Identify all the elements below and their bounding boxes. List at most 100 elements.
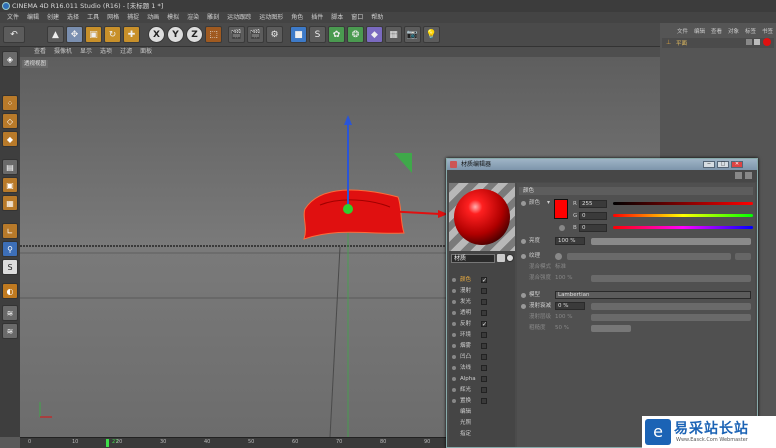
timeline-playhead[interactable] <box>106 439 109 447</box>
channel-item[interactable]: Alpha <box>450 374 510 384</box>
channel-checkbox[interactable]: ✓ <box>481 321 487 328</box>
channel-checkbox[interactable] <box>481 387 487 393</box>
texture-menu-icon[interactable] <box>555 253 562 260</box>
menu-item[interactable]: 文件 <box>3 12 23 23</box>
channel-checkbox[interactable] <box>481 365 487 371</box>
channel-checkbox[interactable] <box>481 288 487 294</box>
edges-mode-button[interactable]: ◇ <box>2 113 18 129</box>
material-tag-icon[interactable] <box>763 38 771 46</box>
b-value-field[interactable]: 0 <box>579 224 607 232</box>
lock-icon[interactable] <box>735 172 742 179</box>
make-editable-button[interactable]: ◈ <box>2 51 18 67</box>
move-tool-button[interactable]: ✥ <box>66 26 83 43</box>
x-axis-lock-button[interactable]: X <box>148 26 165 43</box>
channel-checkbox[interactable] <box>481 354 487 360</box>
channel-item[interactable]: 光照 <box>450 418 510 428</box>
object-mode-button[interactable]: ▣ <box>2 177 18 193</box>
menu-item[interactable]: 角色 <box>287 12 307 23</box>
menu-item[interactable]: 创建 <box>43 12 63 23</box>
undo-button[interactable]: ↶ <box>3 26 25 43</box>
brightness-value-field[interactable]: 100 % <box>555 237 585 245</box>
minimize-button[interactable]: − <box>703 161 715 168</box>
layer-manager-button[interactable]: ≋ <box>2 323 18 339</box>
layer-button[interactable]: ≋ <box>2 305 18 321</box>
points-mode-button[interactable]: ⁘ <box>2 95 18 111</box>
new-window-icon[interactable] <box>745 172 752 179</box>
menu-item[interactable]: 雕刻 <box>203 12 223 23</box>
diffuse-falloff-value-field[interactable]: 0 % <box>555 302 585 310</box>
magnet-button[interactable]: ◐ <box>2 283 18 299</box>
viewport-menu-item[interactable]: 面板 <box>136 47 156 57</box>
select-tool-button[interactable]: ▲ <box>47 26 64 43</box>
channel-item[interactable]: 反射 ✓ <box>450 319 510 329</box>
menu-item[interactable]: 编辑 <box>23 12 43 23</box>
object-manager-menu-item[interactable]: 编辑 <box>691 28 708 37</box>
menu-item[interactable]: 渲染 <box>183 12 203 23</box>
deformer-button[interactable]: ◆ <box>366 26 383 43</box>
animate-dot-icon[interactable] <box>521 254 526 259</box>
add-tool-button[interactable]: ✚ <box>123 26 140 43</box>
polygons-mode-button[interactable]: ◆ <box>2 131 18 147</box>
mix-strength-value[interactable]: 100 % <box>555 274 572 283</box>
phong-tag-icon[interactable] <box>754 39 760 45</box>
channel-item[interactable]: 指定 <box>450 429 510 439</box>
animate-dot-icon[interactable] <box>521 293 526 298</box>
menu-item[interactable]: 帮助 <box>367 12 387 23</box>
light-button[interactable]: 💡 <box>423 26 440 43</box>
mix-strength-slider[interactable] <box>591 275 751 282</box>
menu-item[interactable]: 窗口 <box>347 12 367 23</box>
channel-checkbox[interactable] <box>481 398 487 404</box>
model-mode-button[interactable]: ▤ <box>2 159 18 175</box>
channel-item[interactable]: 烟雾 <box>450 341 510 351</box>
menu-item[interactable]: 捕捉 <box>123 12 143 23</box>
model-dropdown[interactable]: Lambertian <box>555 291 751 299</box>
rotate-tool-button[interactable]: ↻ <box>104 26 121 43</box>
channel-item[interactable]: 环境 <box>450 330 510 340</box>
maximize-button[interactable]: □ <box>717 161 729 168</box>
channel-checkbox[interactable]: ✓ <box>481 277 487 284</box>
preview-menu-icon[interactable] <box>497 254 505 262</box>
channel-checkbox[interactable] <box>481 376 487 382</box>
menu-item[interactable]: 运动图形 <box>255 12 287 23</box>
color-picker-icon[interactable] <box>559 225 565 231</box>
material-preview[interactable] <box>449 183 515 251</box>
channel-item[interactable]: 辉光 <box>450 385 510 395</box>
object-center-handle[interactable] <box>343 204 353 214</box>
object-manager-menu-item[interactable]: 书签 <box>759 28 776 37</box>
channel-checkbox[interactable] <box>481 299 487 305</box>
generator-button[interactable]: ✿ <box>328 26 345 43</box>
object-manager-menu-item[interactable]: 标签 <box>742 28 759 37</box>
texture-field[interactable] <box>567 253 731 260</box>
menu-item[interactable]: 模拟 <box>163 12 183 23</box>
menu-item[interactable]: 脚本 <box>327 12 347 23</box>
channel-checkbox[interactable] <box>481 310 487 316</box>
scene-floor-button[interactable]: ▦ <box>385 26 402 43</box>
g-slider[interactable] <box>613 214 753 217</box>
viewport-menu-item[interactable]: 摄像机 <box>50 47 76 57</box>
channel-item[interactable]: 透明 <box>450 308 510 318</box>
r-value-field[interactable]: 255 <box>579 200 607 208</box>
viewport-menu-item[interactable]: 过滤 <box>116 47 136 57</box>
diffuse-level-slider[interactable] <box>591 314 751 321</box>
scale-tool-button[interactable]: ▣ <box>85 26 102 43</box>
visibility-dots-icon[interactable] <box>746 39 752 45</box>
channel-checkbox[interactable] <box>481 332 487 338</box>
channel-item[interactable]: 置换 <box>450 396 510 406</box>
texture-browse-button[interactable] <box>735 253 751 260</box>
array-button[interactable]: ❂ <box>347 26 364 43</box>
menu-item[interactable]: 动画 <box>143 12 163 23</box>
menu-item[interactable]: 运动跟踪 <box>223 12 255 23</box>
b-slider[interactable] <box>613 226 753 229</box>
diffuse-falloff-slider[interactable] <box>591 303 751 310</box>
coordinate-system-button[interactable]: ⬚ <box>205 26 222 43</box>
workplane-button[interactable]: ∟ <box>2 223 18 239</box>
viewport-menu-item[interactable]: 查看 <box>30 47 50 57</box>
menu-item[interactable]: 插件 <box>307 12 327 23</box>
roughness-value[interactable]: 50 % <box>555 324 569 333</box>
render-settings-button[interactable]: ⚙ <box>266 26 283 43</box>
animate-dot-icon[interactable] <box>521 304 526 309</box>
animate-dot-icon[interactable] <box>521 239 526 244</box>
channel-item[interactable]: 漫射 <box>450 286 510 296</box>
g-value-field[interactable]: 0 <box>579 212 607 220</box>
channel-item[interactable]: 法线 <box>450 363 510 373</box>
